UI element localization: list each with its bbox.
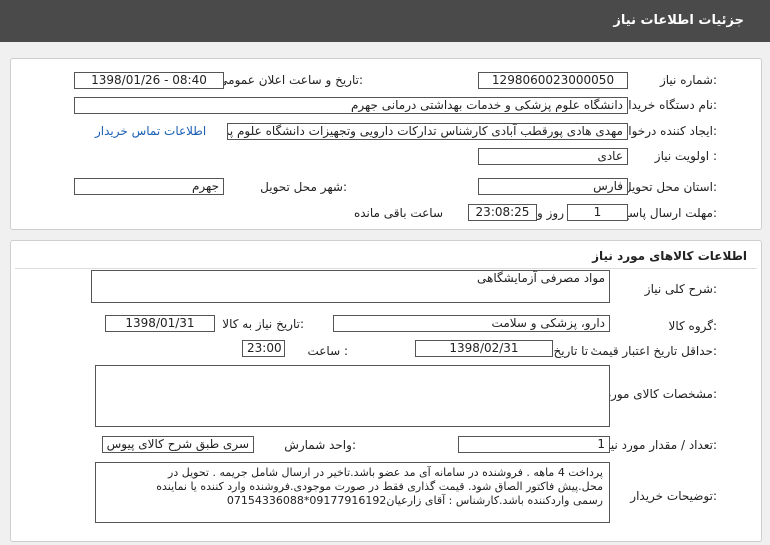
deadline-days-field[interactable]: 1 bbox=[567, 204, 628, 221]
goods-info-panel: اطلاعات کالاهای مورد نیاز شرح کلی نیاز: … bbox=[10, 240, 762, 542]
buyer-contact-link[interactable]: اطلاعات تماس خریدار bbox=[95, 124, 206, 138]
need-info-panel: شماره نیاز: 1298060023000050 تاریخ و ساع… bbox=[10, 58, 762, 230]
notes-line: پرداخت 4 ماهه . فروشنده در سامانه آی مد … bbox=[168, 466, 603, 479]
hour-field[interactable]: 23:00 bbox=[242, 340, 285, 357]
section-divider bbox=[15, 268, 757, 269]
until-date-label: تا تاریخ : bbox=[553, 344, 596, 358]
city-label: شهر محل تحویل: bbox=[260, 180, 347, 194]
notes-line: محل.پیش فاکتور الصاق شود. قیمت گذاری فقط… bbox=[156, 480, 603, 493]
group-field[interactable]: دارو، پزشکی و سلامت bbox=[333, 315, 610, 332]
priority-label: اولویت نیاز : bbox=[654, 149, 717, 163]
need-number-label: شماره نیاز: bbox=[659, 73, 717, 87]
requester-field[interactable]: مهدی هادی پورقطب آبادی کارشناس تدارکات د… bbox=[227, 123, 628, 140]
page-title: جزئیات اطلاعات نیاز bbox=[613, 13, 744, 28]
buyer-label: نام دستگاه خریدار: bbox=[622, 98, 718, 112]
buyer-notes-field[interactable]: پرداخت 4 ماهه . فروشنده در سامانه آی مد … bbox=[95, 462, 610, 523]
remaining-label: ساعت باقی مانده bbox=[353, 206, 443, 220]
days-label: روز و bbox=[537, 206, 564, 220]
province-field[interactable]: فارس bbox=[478, 178, 628, 195]
announce-field[interactable]: 1398/01/26 - 08:40 bbox=[74, 72, 224, 89]
until-date-field[interactable]: 1398/02/31 bbox=[415, 340, 553, 357]
buyer-field[interactable]: دانشگاه علوم پزشکی و خدمات بهداشتی درمان… bbox=[74, 97, 628, 114]
group-label: گروه کالا: bbox=[668, 319, 718, 333]
summary-label: شرح کلی نیاز: bbox=[644, 282, 717, 296]
priority-field[interactable]: عادی bbox=[478, 148, 628, 165]
goods-section-title: اطلاعات کالاهای مورد نیاز bbox=[592, 249, 747, 263]
summary-field[interactable]: مواد مصرفی آزمایشگاهی bbox=[91, 270, 610, 303]
min-price-validity-label: حداقل تاریخ اعتبار قیمت: bbox=[590, 344, 717, 358]
need-number-field[interactable]: 1298060023000050 bbox=[478, 72, 628, 89]
deadline-time-field[interactable]: 23:08:25 bbox=[468, 204, 537, 221]
unit-field[interactable]: سری طبق شرح کالای پیوس bbox=[102, 436, 254, 453]
buyer-notes-label: توضیحات خریدار: bbox=[630, 489, 717, 503]
province-label: استان محل تحویل: bbox=[622, 180, 717, 194]
notes-line: رسمی واردکننده باشد.کارشناس : آقای زارعی… bbox=[226, 494, 603, 507]
page-header: جزئیات اطلاعات نیاز bbox=[0, 0, 770, 42]
specs-field[interactable] bbox=[95, 365, 610, 427]
unit-label: واحد شمارش: bbox=[284, 438, 356, 452]
deadline-label: مهلت ارسال پاسخ: bbox=[621, 206, 717, 220]
need-date-label: تاریخ نیاز به کالا: bbox=[222, 317, 304, 331]
announce-label: تاریخ و ساعت اعلان عمومی: bbox=[218, 73, 363, 87]
hour-label: ساعت : bbox=[307, 344, 348, 358]
qty-field[interactable]: 1 bbox=[458, 436, 610, 453]
qty-label: تعداد / مقدار مورد نیاز: bbox=[601, 438, 717, 452]
need-date-field[interactable]: 1398/01/31 bbox=[105, 315, 215, 332]
city-field[interactable]: جهرم bbox=[74, 178, 224, 195]
